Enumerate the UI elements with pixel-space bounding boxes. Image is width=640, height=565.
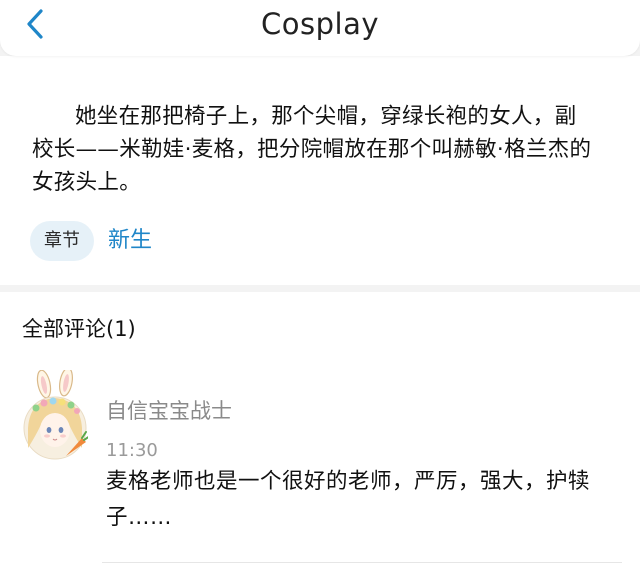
comments-section: 全部评论(1) 自信宝宝战士 11:30 麦格老师也是一个很好的老师，严厉，强大… [0, 292, 640, 565]
comments-heading: 全部评论(1) [22, 317, 136, 341]
chapter-link[interactable]: 新生 [108, 221, 152, 261]
story-tags: 章节 新生 [30, 221, 152, 261]
comment-username[interactable]: 自信宝宝战士 [106, 396, 232, 426]
divider [102, 562, 622, 563]
page-title: Cosplay [261, 7, 379, 41]
story-card: 她坐在那把椅子上，那个尖帽，穿绿长袍的女人，副校长——米勒娃·麦格，把分院帽放在… [0, 56, 640, 285]
story-text: 她坐在那把椅子上，那个尖帽，穿绿长袍的女人，副校长——米勒娃·麦格，把分院帽放在… [32, 104, 592, 195]
avatar[interactable] [22, 367, 91, 460]
comment-text: 麦格老师也是一个很好的老师，严厉，强大，护犊子…… [106, 469, 591, 530]
anime-girl-bunny-avatar-icon [23, 367, 91, 460]
comment-timestamp: 11:30 [106, 440, 158, 461]
chapter-tag-badge: 章节 [30, 221, 94, 261]
top-bar: Cosplay [0, 0, 640, 56]
